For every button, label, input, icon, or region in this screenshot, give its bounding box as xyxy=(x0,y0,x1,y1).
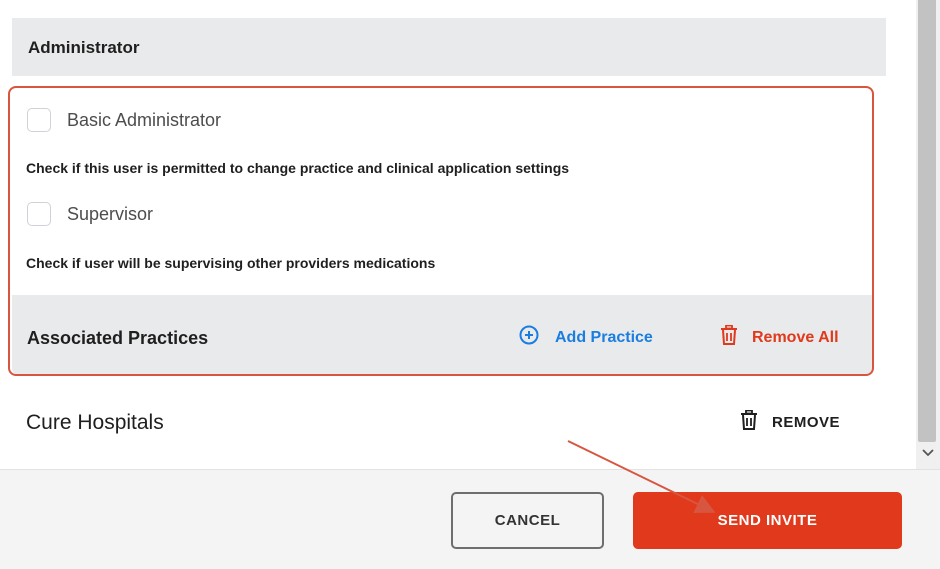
send-invite-button[interactable]: SEND INVITE xyxy=(633,492,902,549)
highlight-annotation-box xyxy=(8,86,874,376)
remove-practice-button[interactable]: REMOVE xyxy=(740,409,840,435)
dialog-footer: CANCEL SEND INVITE xyxy=(0,469,940,569)
vertical-scrollbar[interactable] xyxy=(916,0,940,469)
form-scroll-area: Administrator Basic Administrator Check … xyxy=(0,0,916,469)
chevron-down-icon[interactable] xyxy=(921,446,935,460)
section-title: Administrator xyxy=(28,38,140,57)
trash-icon xyxy=(740,409,758,435)
cancel-button[interactable]: CANCEL xyxy=(451,492,604,549)
scrollbar-thumb[interactable] xyxy=(918,0,936,442)
remove-practice-label[interactable]: REMOVE xyxy=(772,414,840,431)
practice-name: Cure Hospitals xyxy=(26,411,164,434)
practice-list-item: Cure Hospitals REMOVE xyxy=(26,409,866,440)
administrator-section-header: Administrator xyxy=(12,18,886,76)
